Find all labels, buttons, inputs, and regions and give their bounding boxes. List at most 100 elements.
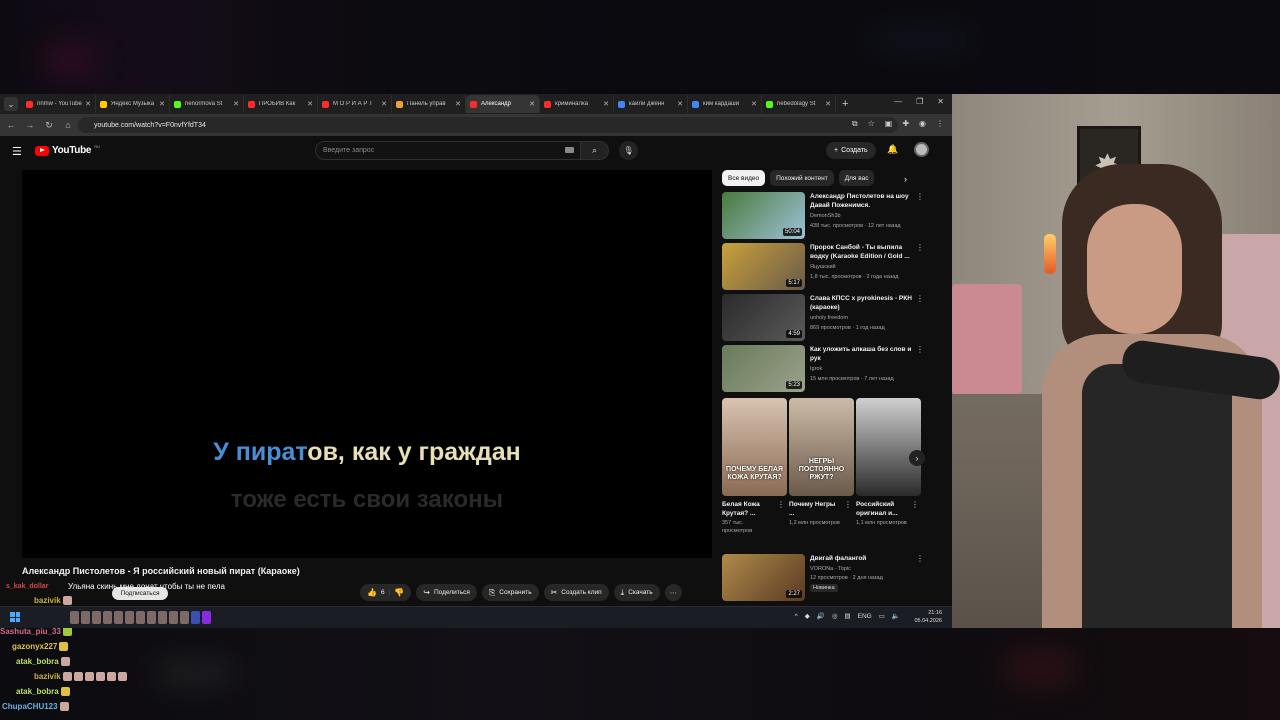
video-thumbnail[interactable]: 5:23 <box>722 345 805 392</box>
short-item[interactable]: НЕГРЫ ПОСТОЯННО РЖУТ? Почему Негры ... 1,2… <box>789 398 854 527</box>
browser-tab[interactable]: ким кардаши ✕ <box>688 95 762 113</box>
browser-tab[interactable]: Яндекс Музыка ✕ <box>96 95 170 113</box>
chat-username[interactable]: Sashuta_piu_33 <box>0 627 61 636</box>
related-video-channel[interactable]: unholy freedom <box>810 315 848 321</box>
system-clock[interactable]: 21:16 05.04.2026 <box>914 609 942 625</box>
reload-icon[interactable]: ↻ <box>44 120 54 131</box>
url-field[interactable]: youtube.com/watch?v=F0nvfYfdT34 <box>78 117 898 133</box>
speaker-icon[interactable]: 🔈 <box>892 612 900 620</box>
taskbar-app-icon[interactable] <box>169 611 178 624</box>
related-video[interactable]: 5:23 Как уложить алкаша без слов и рук Igr… <box>722 345 942 393</box>
puzzle-icon[interactable]: ✚ <box>902 119 909 129</box>
more-actions-button[interactable]: ⋯ <box>664 584 682 601</box>
avatar[interactable] <box>914 142 929 157</box>
browser-tab[interactable]: nenormova St ✕ <box>170 95 244 113</box>
video-thumbnail[interactable]: 50:04 <box>722 192 805 239</box>
browser-tab[interactable]: криминалка ✕ <box>540 95 614 113</box>
more-options-icon[interactable]: ⋮ <box>916 294 924 303</box>
taskbar-app-icon[interactable] <box>147 611 156 624</box>
related-video[interactable]: 50:04 Александр Пистолетов на шоу Давай П… <box>722 192 942 240</box>
browser-tab[interactable]: nebedolagy St ✕ <box>762 95 836 113</box>
profile-icon[interactable]: ◉ <box>919 119 926 129</box>
bookmark-star-icon[interactable]: ☆ <box>868 119 875 129</box>
search-button[interactable]: ⌕ <box>581 141 609 160</box>
more-options-icon[interactable]: ⋮ <box>916 243 924 252</box>
shorts-next-button[interactable]: › <box>909 450 925 466</box>
like-button[interactable]: 👍 6 | 👎 <box>360 584 412 601</box>
tray-chevron-icon[interactable]: ^ <box>795 613 798 620</box>
network-icon[interactable]: ▤ <box>845 612 851 620</box>
subscribe-button[interactable]: Подписаться <box>112 587 168 600</box>
browser-tab[interactable]: кайли дженн ✕ <box>614 95 688 113</box>
menu-dots-icon[interactable]: ⋮ <box>936 119 944 129</box>
home-icon[interactable]: ⌂ <box>63 120 73 130</box>
tab-close-icon[interactable]: ✕ <box>529 100 535 108</box>
taskbar-app-icon[interactable] <box>158 611 167 624</box>
taskbar-app-icon[interactable] <box>70 611 79 624</box>
more-options-icon[interactable]: ⋮ <box>777 500 785 509</box>
short-thumbnail[interactable] <box>856 398 921 496</box>
tab-close-icon[interactable]: ✕ <box>825 100 831 108</box>
short-title[interactable]: Почему Негры ... <box>789 500 839 518</box>
taskbar-app-icon[interactable] <box>92 611 101 624</box>
tab-close-icon[interactable]: ✕ <box>307 100 313 108</box>
filter-chip[interactable]: Все видео <box>722 170 766 186</box>
short-title[interactable]: Белая Кожа Крутая? ... <box>722 500 772 518</box>
video-thumbnail[interactable]: 5:17 <box>722 243 805 290</box>
taskbar-app-icon[interactable] <box>125 611 134 624</box>
tab-search-icon[interactable]: ⌄ <box>4 97 18 111</box>
related-video-title[interactable]: Александр Пистолетов на шоу Давай Пожени… <box>810 192 914 210</box>
chat-username[interactable]: bazivik <box>34 672 61 681</box>
tab-close-icon[interactable]: ✕ <box>603 100 609 108</box>
thumbs-down-icon[interactable]: 👎 <box>394 588 404 597</box>
taskbar-app-icon[interactable] <box>114 611 123 624</box>
extension-icon[interactable]: ▣ <box>885 119 893 129</box>
chat-username[interactable]: ChupaCHU123 <box>2 702 58 711</box>
chat-username[interactable]: atak_bobra <box>16 687 59 696</box>
taskbar-app-icon[interactable] <box>81 611 90 624</box>
related-video-channel[interactable]: Igrok <box>810 366 822 372</box>
keyboard-icon[interactable] <box>565 147 574 153</box>
browser-tab[interactable]: М О Р И А Р Т ✕ <box>318 95 392 113</box>
taskbar-app-icon[interactable] <box>191 611 200 624</box>
video-thumbnail[interactable]: 2:27 <box>722 554 805 601</box>
short-thumbnail[interactable]: НЕГРЫ ПОСТОЯННО РЖУТ? <box>789 398 854 496</box>
taskbar-app-icon[interactable] <box>202 611 211 624</box>
install-app-icon[interactable]: ⧉ <box>852 119 858 129</box>
maximize-icon[interactable]: ❐ <box>916 97 923 106</box>
voice-search-button[interactable]: 🎙 <box>619 141 638 160</box>
related-video-title[interactable]: Пророк Санбой - Ты выпила водку (Karaoke… <box>810 243 914 261</box>
close-window-icon[interactable]: ✕ <box>937 97 944 106</box>
forward-icon[interactable]: → <box>25 120 35 130</box>
youtube-logo[interactable]: YouTube RU <box>35 144 100 156</box>
create-button[interactable]: + Создать <box>826 142 876 159</box>
tray-app-icon[interactable]: ◆ <box>805 612 810 620</box>
related-video[interactable]: 4:59 Слава КПСС x pyrokinesis - РКН (кара… <box>722 294 942 342</box>
filter-chip[interactable]: Для вас <box>838 170 875 186</box>
tab-close-icon[interactable]: ✕ <box>455 100 461 108</box>
chat-username[interactable]: bazivik <box>34 596 61 605</box>
chips-next-icon[interactable]: › <box>904 174 907 184</box>
clip-button[interactable]: ✂ Создать клип <box>543 584 609 601</box>
more-options-icon[interactable]: ⋮ <box>916 554 924 563</box>
filter-chip[interactable]: Похожий контент <box>770 170 834 186</box>
more-options-icon[interactable]: ⋮ <box>844 500 852 509</box>
download-button[interactable]: ⤓ Скачать <box>613 584 660 601</box>
related-video-channel[interactable]: DemonSh3b <box>810 213 841 219</box>
short-item[interactable]: ПОЧЕМУ БЕЛАЯ КОЖА КРУТАЯ? Белая Кожа Крут… <box>722 398 787 535</box>
related-video-last[interactable]: 2:27 Двигай фалангой VORONa - Topic 12 п… <box>722 554 942 602</box>
related-video-channel[interactable]: VORONa - Topic <box>810 566 851 572</box>
tab-close-icon[interactable]: ✕ <box>233 100 239 108</box>
short-title[interactable]: Российский оригинал и... <box>856 500 906 518</box>
more-options-icon[interactable]: ⋮ <box>916 192 924 201</box>
hamburger-menu-icon[interactable]: ☰ <box>12 145 22 158</box>
save-button[interactable]: ⎘ Сохранить <box>481 584 539 601</box>
volume-icon[interactable]: 🔊 <box>817 612 825 620</box>
language-indicator[interactable]: ENG <box>858 613 872 620</box>
video-player[interactable]: У пиратов, как у граждан тоже есть свои … <box>22 170 712 558</box>
chat-username[interactable]: atak_bobra <box>16 657 59 666</box>
more-options-icon[interactable]: ⋮ <box>916 345 924 354</box>
taskbar-app-icon[interactable] <box>180 611 189 624</box>
tab-close-icon[interactable]: ✕ <box>751 100 757 108</box>
new-tab-button[interactable]: + <box>842 98 848 110</box>
